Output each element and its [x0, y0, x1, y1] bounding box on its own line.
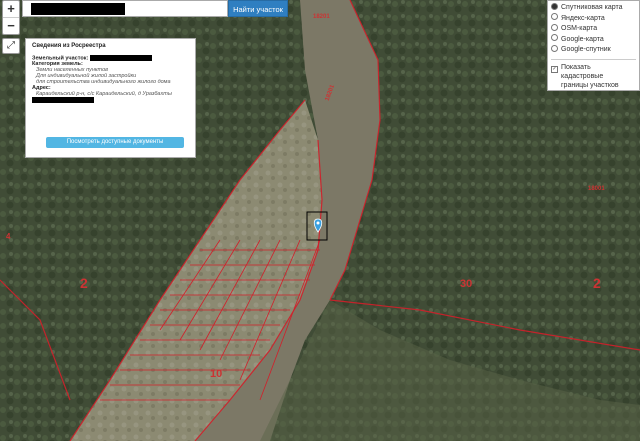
zoom-in-button[interactable]: + — [3, 1, 19, 18]
radio-icon — [551, 2, 558, 10]
map-code-label: 18201 — [313, 14, 330, 20]
map-zone-label: 10 — [210, 368, 223, 380]
map-code-label: 18001 — [588, 186, 605, 192]
redacted-text — [31, 3, 125, 15]
fullscreen-button[interactable]: ⤢ — [2, 38, 20, 54]
layer-option-satellite[interactable]: Спутниковая карта — [551, 2, 636, 14]
redacted-text — [32, 97, 94, 104]
radio-icon — [551, 23, 558, 31]
redacted-text — [89, 55, 152, 61]
checkbox-icon: ✓ — [551, 65, 558, 73]
info-panel-title: Сведения из Росреестра — [32, 43, 106, 49]
map-zone-label: 2 — [593, 275, 601, 291]
map-zone-label: 30 — [460, 278, 473, 290]
zoom-control: + − — [2, 0, 20, 35]
zoom-out-button[interactable]: − — [3, 18, 19, 34]
layer-switcher: Спутниковая карта Яндекс-карта OSM-карта… — [547, 0, 640, 91]
map-zone-label: 4 — [6, 232, 11, 241]
cadastral-toggle[interactable]: ✓ Показать кадастровые границы участков — [551, 63, 636, 90]
radio-icon — [551, 44, 558, 52]
search-button[interactable]: Найти участок — [228, 0, 288, 17]
map-zone-label: 2 — [80, 275, 88, 291]
layer-option-osm[interactable]: OSM-карта — [551, 23, 636, 35]
info-panel: Сведения из Росреестра Земельный участок… — [25, 38, 196, 158]
view-documents-button[interactable]: Посмотреть доступные документы — [46, 137, 184, 148]
layer-option-yandex[interactable]: Яндекс-карта — [551, 13, 636, 25]
search-input[interactable] — [22, 0, 228, 17]
use-line-2: для строительства индивидуального жилого… — [36, 79, 171, 86]
layer-option-google-map[interactable]: Google-карта — [551, 34, 636, 46]
radio-icon — [551, 34, 558, 42]
radio-icon — [551, 13, 558, 21]
layer-option-google-satellite[interactable]: Google-спутник — [551, 44, 636, 56]
